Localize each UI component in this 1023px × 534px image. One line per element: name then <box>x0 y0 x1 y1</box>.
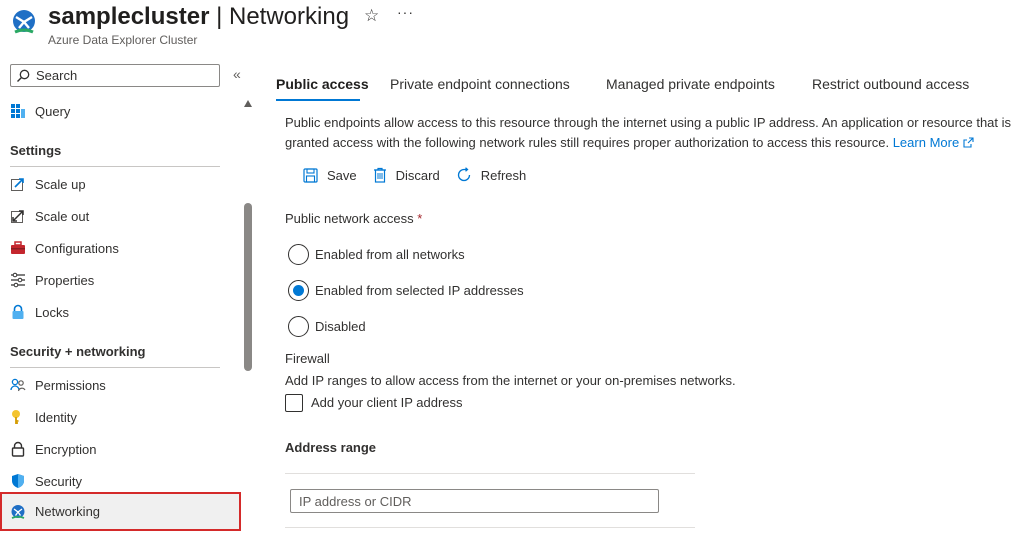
learn-more-text: Learn More <box>892 135 960 150</box>
section-title-security-networking: Security + networking <box>10 344 146 359</box>
sidebar-item-label: Scale up <box>35 176 86 192</box>
sidebar-item-label: Locks <box>35 304 69 320</box>
toolbox-icon <box>10 240 26 256</box>
radio-label-disabled: Disabled <box>315 319 366 334</box>
radio-enabled-all-networks[interactable] <box>288 244 309 265</box>
sidebar-item-label: Permissions <box>35 377 106 393</box>
sidebar-item-label: Scale out <box>35 208 90 224</box>
section-divider <box>10 367 220 368</box>
sidebar-item-label: Configurations <box>35 240 119 256</box>
radio-label-enabled-all-networks: Enabled from all networks <box>315 247 465 262</box>
trash-icon <box>373 167 386 183</box>
address-range-divider <box>285 527 695 528</box>
sidebar-item-label: Encryption <box>35 441 97 457</box>
ip-address-input[interactable] <box>290 489 659 513</box>
active-tab-indicator <box>276 99 360 101</box>
sidebar-item-label: Security <box>35 473 82 489</box>
public-network-access-text: Public network access <box>285 211 414 226</box>
public-access-description: Public endpoints allow access to this re… <box>285 113 1015 153</box>
tab-public-access[interactable]: Public access <box>276 76 369 92</box>
address-range-header: Address range <box>285 440 377 455</box>
cluster-icon <box>10 8 38 36</box>
sidebar-scrollbar-thumb[interactable] <box>244 203 252 371</box>
sidebar-item-query[interactable]: Query <box>0 96 240 126</box>
sidebar-item-scale-up[interactable]: Scale up <box>0 169 240 199</box>
shield-icon <box>10 473 26 489</box>
page-name: Networking <box>229 3 350 30</box>
sidebar-item-identity[interactable]: Identity <box>0 402 240 432</box>
refresh-icon <box>457 167 470 182</box>
tab-managed-private-endpoints[interactable]: Managed private endpoints <box>606 76 775 92</box>
discard-button[interactable]: Discard <box>373 167 440 183</box>
radio-disabled[interactable] <box>288 316 309 337</box>
resource-name: samplecluster <box>48 3 210 30</box>
sidebar-search-input[interactable]: Search <box>10 64 220 87</box>
scroll-up-arrow[interactable] <box>244 100 252 107</box>
learn-more-link[interactable]: Learn More <box>893 135 974 150</box>
add-client-ip-checkbox[interactable] <box>285 394 303 412</box>
public-network-access-label: Public network access * <box>285 211 422 226</box>
add-client-ip-label: Add your client IP address <box>311 395 463 410</box>
sidebar-item-properties[interactable]: Properties <box>0 265 240 295</box>
sidebar-item-scale-out[interactable]: Scale out <box>0 201 240 231</box>
external-link-icon <box>963 137 974 148</box>
address-range-divider <box>285 473 695 474</box>
save-label: Save <box>327 167 357 183</box>
more-options-icon[interactable]: ··· <box>397 4 414 20</box>
radio-label-enabled-selected-ip: Enabled from selected IP addresses <box>315 283 524 298</box>
scale-up-icon <box>10 176 26 192</box>
sidebar-item-label: Properties <box>35 272 95 288</box>
properties-sliders-icon <box>10 272 26 288</box>
save-icon <box>303 167 318 183</box>
sidebar-item-label: Networking <box>35 504 101 519</box>
refresh-label: Refresh <box>480 167 527 183</box>
required-marker: * <box>417 211 423 226</box>
discard-label: Discard <box>395 167 440 183</box>
firewall-description: Add IP ranges to allow access from the i… <box>285 373 736 388</box>
sidebar-item-configurations[interactable]: Configurations <box>0 233 240 263</box>
scale-out-icon <box>10 208 26 224</box>
padlock-outline-icon <box>10 441 26 457</box>
people-icon <box>10 377 26 393</box>
sidebar-item-networking[interactable]: Networking <box>0 492 241 531</box>
query-icon <box>10 103 26 119</box>
section-title-settings: Settings <box>10 143 62 158</box>
radio-enabled-selected-ip[interactable] <box>288 280 309 301</box>
search-placeholder: Search <box>36 68 78 83</box>
firewall-label: Firewall <box>285 351 330 366</box>
save-button[interactable]: Save <box>303 167 357 183</box>
section-divider <box>10 166 220 167</box>
favorite-star-icon[interactable]: ☆ <box>364 6 379 26</box>
sidebar-item-locks[interactable]: Locks <box>0 297 240 327</box>
tab-restrict-outbound-access[interactable]: Restrict outbound access <box>812 76 969 92</box>
title-separator: | <box>209 3 229 30</box>
sidebar-item-label: Identity <box>35 409 77 425</box>
refresh-button[interactable]: Refresh <box>456 167 527 183</box>
command-toolbar: Save Discard Refresh <box>303 167 542 183</box>
resource-type-subtitle: Azure Data Explorer Cluster <box>48 33 198 47</box>
networking-icon <box>10 504 26 520</box>
search-icon <box>17 69 30 82</box>
sidebar-item-permissions[interactable]: Permissions <box>0 370 240 400</box>
sidebar-item-label: Query <box>35 103 71 119</box>
key-icon <box>10 409 26 425</box>
page-title: samplecluster | Networking <box>48 3 349 31</box>
tab-private-endpoint-connections[interactable]: Private endpoint connections <box>390 76 570 92</box>
collapse-sidebar-icon[interactable]: « <box>233 66 241 82</box>
lock-icon <box>10 304 26 320</box>
sidebar-item-encryption[interactable]: Encryption <box>0 434 240 464</box>
